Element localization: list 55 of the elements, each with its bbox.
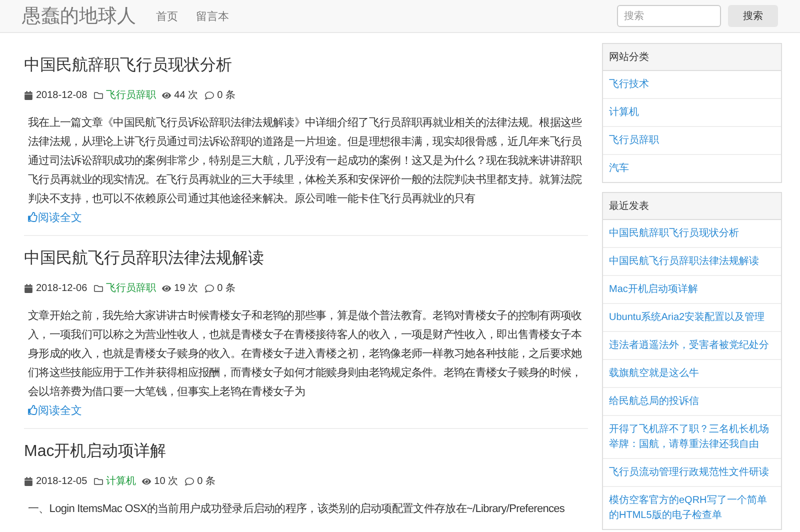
sidebar-link[interactable]: Mac开机启动项详解 xyxy=(603,275,781,303)
comment-count: 0 条 xyxy=(197,475,216,488)
post-date: 2018-12-06 xyxy=(36,282,88,294)
sidebar-link[interactable]: 飞行员流动管理行政规范性文件研读 xyxy=(603,458,781,486)
article-title[interactable]: 中国民航辞职飞行员现状分析 xyxy=(24,55,588,76)
eye-icon xyxy=(142,476,152,486)
post-date: 2018-12-08 xyxy=(36,90,88,100)
view-count: 44 次 xyxy=(174,89,198,102)
view-count: 10 次 xyxy=(154,475,178,488)
nav-link[interactable]: 首页 xyxy=(156,8,178,24)
comment-icon xyxy=(205,90,214,100)
comment-count: 0 条 xyxy=(217,89,236,102)
sidebar-link[interactable]: 模仿空客官方的eQRH写了一个简单的HTML5版的电子检查单 xyxy=(603,486,781,529)
sidebar-link[interactable]: 载旗航空就是这么牛 xyxy=(603,359,781,387)
eye-icon xyxy=(162,284,172,292)
category-link[interactable]: 飞行员辞职 xyxy=(106,281,156,295)
folder-icon xyxy=(94,284,104,292)
article-excerpt: 一、Login ItemsMac OSX的当前用户成功登录后启动的程序，该类别的启动项配置文件存放在~/Library/Preferences xyxy=(28,502,566,517)
folder-icon xyxy=(94,90,104,100)
eye-icon xyxy=(162,90,172,100)
view-count: 19 次 xyxy=(174,282,198,295)
sidebar-link[interactable]: 开得了飞机辞不了职？三名机长机场举牌：国航，请尊重法律还我自由 xyxy=(603,415,781,458)
calendar-icon xyxy=(24,284,33,292)
sidebar-link[interactable]: 中国民航辞职飞行员现状分析 xyxy=(603,220,781,247)
thumbs-up-icon xyxy=(28,405,38,415)
calendar-icon xyxy=(24,476,33,486)
category-link[interactable]: 飞行员辞职 xyxy=(106,88,156,102)
article-title[interactable]: 中国民航飞行员辞职法律法规解读 xyxy=(24,248,588,269)
thumbs-up-icon xyxy=(28,212,38,222)
search-button[interactable]: 搜索 xyxy=(728,5,778,27)
sidebar-link[interactable]: 违法者逍遥法外，受害者被党纪处分 xyxy=(603,331,781,359)
sidebar-link[interactable]: 飞行员辞职 xyxy=(603,126,781,154)
article-excerpt: 我在上一篇文章《中国民航飞行员诉讼辞职法律法规解读》中详细介绍了飞行员辞职再就业相关的法律法规。根据这些法律法规，从理论上讲飞行员通过司法诉讼辞职的道路是一片坦途。但是理想很丰满，现实却很骨感，近几年来飞行员通过司法诉讼辞职成功的案例非常少，特别是三大航，几乎没有一起成功的案例！这又是为什么？现在我就来讲讲辞职飞行员再就业的现实情况。在飞行员再就业的三大手续里，体检关系和安保评价一般的法院判决书里都支持。就算法院判决不支持，也可以不依赖原公司通过其他途径来解决。原公司唯一能卡住飞行员再就业的只有 xyxy=(28,116,583,207)
sidebar-link[interactable]: 汽车 xyxy=(603,154,781,182)
post-date: 2018-12-05 xyxy=(36,476,88,486)
read-more-link[interactable]: 阅读全文 xyxy=(28,210,82,224)
category-link[interactable]: 计算机 xyxy=(106,474,136,488)
comment-icon xyxy=(185,476,194,486)
panel-heading: 网站分类 xyxy=(603,44,781,71)
search-field[interactable]: 搜索 xyxy=(617,5,721,27)
sidebar-link[interactable]: 计算机 xyxy=(603,98,781,126)
calendar-icon xyxy=(24,90,33,100)
article-title[interactable]: Mac开机启动项详解 xyxy=(24,441,588,462)
nav-link[interactable]: 留言本 xyxy=(196,8,229,24)
article-excerpt: 文章开始之前，我先给大家讲讲古时候青楼女子和老鸨的那些事，算是做个普法教育。老鸨对青楼女子的控制有两项收入，一项我们可以称之为营业性收人，也就是青楼女子在青楼接待客人的收入，一项是财产性收入，即出售青楼女子本身形成的收入，也就是青楼女子赎身的收入。在青楼女子进入青楼之初，老鸨像老师一样教习她各种技能，之后要求她们将这些技能应用于工作并获得相应报酬，而青楼女子如何才能赎身则由老鸨规定条件。老鸨在青楼女子赎身的时候，会以培养费为借口要一大笔钱，但事实上老鸨在青楼女子为 xyxy=(28,308,583,400)
site-brand[interactable]: 愚蠢的地球人 xyxy=(22,3,136,29)
sidebar-link[interactable]: 给民航总局的投诉信 xyxy=(603,387,781,415)
comment-icon xyxy=(205,284,214,292)
sidebar-link[interactable]: 飞行技术 xyxy=(603,71,781,98)
sidebar-link[interactable]: 中国民航飞行员辞职法律法规解读 xyxy=(603,247,781,275)
folder-icon xyxy=(94,476,104,486)
sidebar-link[interactable]: Ubuntu系统Aria2安装配置以及管理 xyxy=(603,303,781,331)
read-more-link[interactable]: 阅读全文 xyxy=(28,402,82,418)
comment-count: 0 条 xyxy=(217,282,236,295)
panel-heading: 最近发表 xyxy=(603,193,781,220)
